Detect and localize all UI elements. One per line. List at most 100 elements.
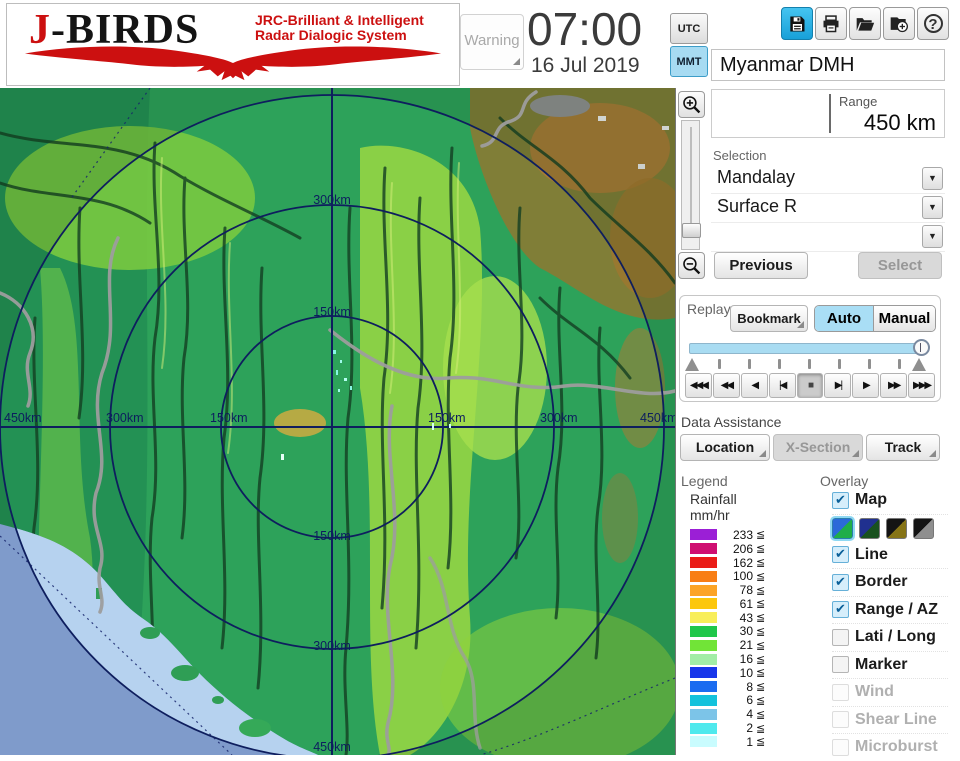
slider-tick: [898, 359, 901, 369]
legend-swatch: [690, 695, 717, 706]
select-button[interactable]: Select: [858, 252, 942, 279]
x-section-button[interactable]: X-Section: [773, 434, 863, 461]
track-button[interactable]: Track: [866, 434, 940, 461]
replay-slider-track[interactable]: [689, 343, 925, 354]
zoom-in-button[interactable]: [678, 91, 705, 118]
checkbox-icon[interactable]: ✔: [832, 574, 849, 591]
playback-button[interactable]: ◀: [741, 373, 768, 398]
overlay-item[interactable]: ✔ Lati / Long: [832, 623, 948, 651]
add-image-icon: [889, 14, 909, 34]
legend-row: 21 ≦: [690, 638, 810, 652]
save-button[interactable]: [781, 7, 813, 40]
playback-icon: ▶: [863, 380, 869, 391]
auto-button[interactable]: Auto: [815, 306, 874, 331]
checkbox-icon[interactable]: ✔: [832, 711, 849, 728]
chevron-down-icon[interactable]: ▼: [922, 225, 943, 248]
legend-swatch: [690, 612, 717, 623]
product-dropdown[interactable]: Surface R ▼: [711, 194, 945, 223]
legend-value: 233: [717, 528, 753, 542]
bookmark-button[interactable]: Bookmark: [730, 305, 808, 332]
playback-button[interactable]: ◀◀◀: [685, 373, 712, 398]
location-dropdown-indicator: [759, 450, 766, 457]
checkbox-icon[interactable]: ✔: [832, 656, 849, 673]
overlay-item[interactable]: ✔ Marker: [832, 651, 948, 679]
playback-button[interactable]: ▶▶▶: [908, 373, 935, 398]
track-label: Track: [885, 439, 922, 455]
legend-row: 100 ≦: [690, 569, 810, 583]
mmt-button[interactable]: MMT: [670, 46, 708, 77]
location-label: Location: [696, 439, 754, 455]
ring-label: 150km: [313, 305, 351, 319]
map-style-swatch[interactable]: [886, 518, 907, 539]
map-style-options: [832, 514, 948, 542]
legend-swatch: [690, 709, 717, 720]
playback-icon: |◀: [779, 380, 785, 391]
overlay-panel: ✔ Map ✔ Line ✔ Border ✔ Range / AZ ✔ Lat…: [832, 487, 948, 761]
legend-value: 4: [717, 707, 753, 721]
range-value: 450 km: [864, 110, 936, 136]
chevron-down-icon[interactable]: ▼: [922, 167, 943, 190]
ring-label: 300km: [540, 411, 578, 425]
overlay-item[interactable]: ✔ Wind: [832, 678, 948, 706]
map-style-swatch[interactable]: [859, 518, 880, 539]
overlay-item-label: Line: [855, 546, 888, 564]
overlay-item-label: Shear Line: [855, 711, 937, 729]
playback-button[interactable]: ▶: [852, 373, 879, 398]
legend-unit: mm/hr: [690, 507, 810, 523]
zoom-out-icon: [682, 256, 701, 275]
radar-map[interactable]: 450km 300km 150km 150km 300km 450km 300k…: [0, 88, 676, 755]
previous-button[interactable]: Previous: [714, 252, 808, 279]
legend-suffix: ≦: [756, 639, 765, 652]
ring-label: 300km: [313, 193, 351, 207]
zoom-slider-track[interactable]: [681, 120, 700, 250]
overlay-item[interactable]: ✔ Line: [832, 542, 948, 569]
playback-button[interactable]: ▶|: [824, 373, 851, 398]
playback-button[interactable]: ◀◀: [713, 373, 740, 398]
playback-button[interactable]: ▶▶: [880, 373, 907, 398]
checkbox-icon[interactable]: ✔: [832, 684, 849, 701]
overlay-item[interactable]: ✔ Shear Line: [832, 706, 948, 734]
zoom-slider-thumb[interactable]: [682, 223, 701, 238]
legend-value: 8: [717, 680, 753, 694]
slider-tick: [838, 359, 841, 369]
station-dropdown[interactable]: Mandalay ▼: [711, 165, 945, 194]
zoom-out-button[interactable]: [678, 252, 705, 279]
manual-button[interactable]: Manual: [874, 306, 935, 331]
replay-slider-handle[interactable]: [913, 339, 930, 356]
legend-value: 16: [717, 652, 753, 666]
chevron-down-icon[interactable]: ▼: [922, 196, 943, 219]
option-dropdown[interactable]: ▼: [711, 223, 945, 252]
checkbox-icon[interactable]: ✔: [832, 739, 849, 756]
x-section-dropdown-indicator: [852, 450, 859, 457]
map-style-swatch[interactable]: [913, 518, 934, 539]
checkbox-icon[interactable]: ✔: [832, 629, 849, 646]
rainfall-legend: Rainfall mm/hr 233 ≦ 206 ≦ 162 ≦ 100 ≦ 7…: [690, 491, 810, 749]
utc-button[interactable]: UTC: [670, 13, 708, 44]
checkbox-icon[interactable]: ✔: [832, 601, 849, 618]
product-dropdown-value: Surface R: [717, 196, 797, 217]
map-style-swatch[interactable]: [832, 518, 853, 539]
legend-row: 1 ≦: [690, 735, 810, 749]
open-folder-button[interactable]: [849, 7, 881, 40]
overlay-item[interactable]: ✔ Range / AZ: [832, 596, 948, 624]
legend-param: Rainfall: [690, 491, 810, 507]
ring-label: 300km: [313, 639, 351, 653]
checkbox-icon[interactable]: ✔: [832, 546, 849, 563]
playback-icon: ◀: [751, 380, 757, 391]
overlay-item[interactable]: ✔ Border: [832, 568, 948, 596]
legend-swatch: [690, 585, 717, 596]
overlay-item-map[interactable]: ✔ Map: [832, 487, 948, 514]
ring-label: 150km: [313, 529, 351, 543]
location-button[interactable]: Location: [680, 434, 770, 461]
overlay-item[interactable]: ✔ Microburst: [832, 733, 948, 761]
add-image-button[interactable]: [883, 7, 915, 40]
legend-value: 61: [717, 597, 753, 611]
overlay-items: ✔ Line ✔ Border ✔ Range / AZ ✔ Lati / Lo…: [832, 542, 948, 761]
print-button[interactable]: [815, 7, 847, 40]
checkbox-checked-icon[interactable]: ✔: [832, 492, 849, 509]
help-button[interactable]: ?: [917, 7, 949, 40]
legend-suffix: ≦: [756, 680, 765, 693]
playback-button[interactable]: ■: [797, 373, 824, 398]
playback-controls: ◀◀◀◀◀◀|◀■▶|▶▶▶▶▶▶: [685, 373, 935, 398]
playback-button[interactable]: |◀: [769, 373, 796, 398]
